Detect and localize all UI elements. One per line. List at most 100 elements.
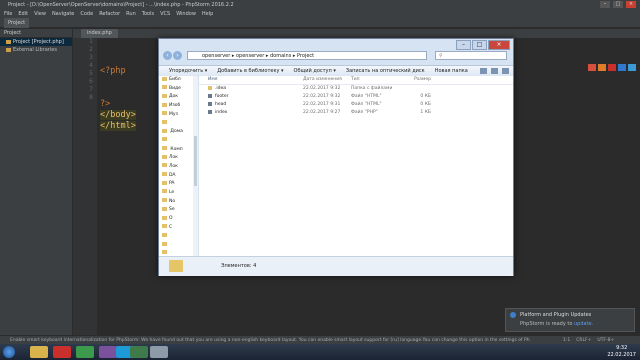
nav-pane-item[interactable]: Лок	[159, 163, 193, 172]
nav-pane-item[interactable]: No	[159, 198, 193, 207]
organize-button[interactable]: Упорядочить ▾	[169, 66, 207, 76]
column-date[interactable]: Дата изменения	[303, 76, 351, 84]
file-row[interactable]: .idea 22.02.2017 9:32 Папка с файлами	[199, 85, 513, 93]
update-notification[interactable]: Platform and Plugin Updates PhpStorm is …	[505, 308, 635, 332]
back-button[interactable]: ‹	[163, 51, 172, 60]
nav-pane-item[interactable]	[159, 137, 193, 146]
view-options-icon[interactable]	[480, 68, 487, 74]
column-type[interactable]: Тип	[351, 76, 401, 84]
explorer-close-button[interactable]: ×	[488, 40, 510, 50]
search-input[interactable]: ⚲	[435, 51, 507, 60]
nav-pane-item[interactable]: PA	[159, 180, 193, 189]
add-to-library-button[interactable]: Добавить в библиотеку ▾	[217, 66, 283, 76]
new-folder-button[interactable]: Новая папка	[435, 66, 468, 76]
menu-item[interactable]: Navigate	[52, 10, 74, 18]
nav-pane-item[interactable]: Дома	[159, 128, 193, 137]
tree-node[interactable]: Project [Project.php]	[0, 38, 72, 46]
folder-icon	[6, 39, 11, 44]
menu-item[interactable]: Refactor	[99, 10, 120, 18]
opera-taskbar-icon[interactable]	[53, 346, 71, 358]
file-type: Файл "HTML"	[351, 102, 382, 107]
nav-pane-label: Виде	[169, 85, 181, 91]
explorer-maximize-button[interactable]: □	[472, 40, 487, 50]
menu-item[interactable]: Run	[126, 10, 136, 18]
folder-icon	[162, 137, 167, 142]
viber-taskbar-icon[interactable]	[99, 346, 117, 358]
browser-icons	[588, 64, 636, 71]
editor-tab-index[interactable]: index.php	[81, 29, 118, 38]
nav-pane-item[interactable]: C	[159, 224, 193, 233]
minimize-button[interactable]: –	[600, 1, 610, 8]
folder-icon	[162, 172, 167, 177]
code-editor[interactable]: <?php ?> </body> </html>	[100, 66, 136, 132]
help-icon[interactable]	[502, 68, 509, 74]
nav-pane-item[interactable]: Комп	[159, 146, 193, 155]
preview-pane-icon[interactable]	[491, 68, 498, 74]
nav-pane-item[interactable]	[159, 232, 193, 241]
nav-pane-item[interactable]: Библ	[159, 76, 193, 85]
start-button[interactable]	[3, 346, 15, 358]
ie-icon[interactable]	[618, 64, 626, 71]
menu-item[interactable]: Code	[80, 10, 93, 18]
nav-pane-item[interactable]: Le	[159, 189, 193, 198]
maximize-button[interactable]: □	[613, 1, 623, 8]
safari-icon[interactable]	[628, 64, 636, 71]
opera-icon[interactable]	[608, 64, 616, 71]
nav-pane-item[interactable]	[159, 241, 193, 250]
nav-pane-item[interactable]	[159, 119, 193, 128]
ide-menu-bar: File Edit View Navigate Code Refactor Run Tools…	[0, 10, 640, 18]
share-button[interactable]: Общий доступ ▾	[294, 66, 336, 76]
nav-pane-item[interactable]: Виде	[159, 85, 193, 94]
column-size[interactable]: Размер	[401, 76, 431, 84]
tree-node[interactable]: External Libraries	[0, 46, 72, 54]
menu-item[interactable]: Help	[202, 10, 213, 18]
file-row[interactable]: index 22.02.2017 9:27 Файл "PHP" 1 КБ	[199, 109, 513, 117]
menu-item[interactable]: Tools	[142, 10, 154, 18]
column-name[interactable]: Имя	[199, 76, 303, 84]
file-name: index	[215, 110, 228, 115]
address-bar[interactable]: openserver ▸ openserver ▸ domains ▸ Proj…	[187, 51, 427, 60]
folder-icon	[162, 198, 167, 203]
nav-pane-item[interactable]: Изоб	[159, 102, 193, 111]
folder-icon	[162, 241, 167, 246]
file-row[interactable]: head 22.02.2017 9:31 Файл "HTML" 0 КБ	[199, 101, 513, 109]
nav-pane-item[interactable]: Муз	[159, 111, 193, 120]
nav-pane-item[interactable]: Док	[159, 93, 193, 102]
nav-project-tab[interactable]: Project	[4, 18, 30, 28]
file-name: .idea	[215, 86, 227, 91]
project-panel-header[interactable]: Project	[0, 29, 72, 38]
navigation-scrollbar[interactable]	[193, 76, 198, 256]
chrome-icon[interactable]	[588, 64, 596, 71]
burn-disc-button[interactable]: Записать на оптический диск	[346, 66, 425, 76]
menu-item[interactable]: View	[34, 10, 46, 18]
file-row[interactable]: footer 22.02.2017 9:32 Файл "HTML" 0 КБ	[199, 93, 513, 101]
folder-icon	[162, 232, 167, 237]
explorer-minimize-button[interactable]: –	[456, 40, 471, 50]
nav-pane-label: No	[169, 198, 176, 204]
file-size: 0 КБ	[420, 102, 431, 107]
camtasia-taskbar-icon[interactable]	[130, 346, 148, 358]
menu-item[interactable]: Edit	[18, 10, 28, 18]
folder-icon	[208, 85, 212, 90]
close-button[interactable]: ×	[626, 1, 636, 8]
folder-icon	[162, 146, 167, 150]
nav-pane-item[interactable]: Лок	[159, 154, 193, 163]
nav-pane-item[interactable]: DA	[159, 172, 193, 181]
notification-title: Platform and Plugin Updates	[520, 312, 592, 318]
phpstorm-taskbar-icon[interactable]	[150, 346, 168, 358]
update-link[interactable]: update.	[574, 321, 593, 327]
menu-item[interactable]: Window	[176, 10, 196, 18]
folder-icon	[6, 47, 11, 52]
clock[interactable]: 9:32 22.02.2017	[607, 345, 636, 358]
menu-item[interactable]: File	[4, 10, 12, 18]
explorer-taskbar-icon[interactable]	[30, 346, 48, 358]
folder-icon	[169, 260, 183, 272]
forward-button[interactable]: ›	[173, 51, 182, 60]
menu-item[interactable]: VCS	[160, 10, 170, 18]
file-type: Файл "HTML"	[351, 94, 382, 99]
chrome-taskbar-icon[interactable]	[76, 346, 94, 358]
nav-pane-item[interactable]: O	[159, 215, 193, 224]
nav-pane-item[interactable]: Se	[159, 206, 193, 215]
firefox-icon[interactable]	[598, 64, 606, 71]
item-count: Элементов: 4	[221, 263, 257, 269]
